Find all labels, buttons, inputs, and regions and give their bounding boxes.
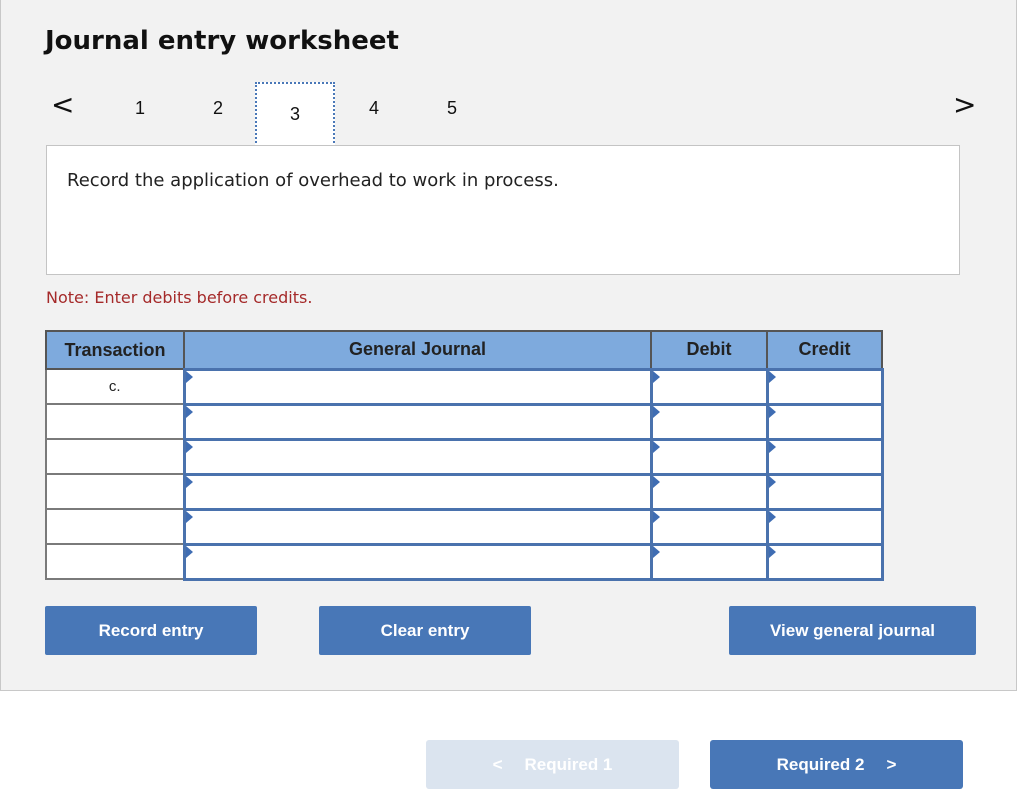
credit-input[interactable] xyxy=(765,542,884,581)
transaction-cell xyxy=(45,438,185,475)
debit-input[interactable] xyxy=(649,402,769,441)
transaction-cell xyxy=(45,508,185,545)
debit-input[interactable] xyxy=(649,472,769,511)
worksheet-panel: Journal entry worksheet < 1 2 3 4 5 > Re… xyxy=(0,0,1017,691)
view-general-journal-button[interactable]: View general journal xyxy=(729,606,976,655)
header-credit: Credit xyxy=(766,330,883,370)
step-4[interactable]: 4 xyxy=(359,98,389,119)
table-row xyxy=(45,542,884,581)
page-title: Journal entry worksheet xyxy=(45,26,399,56)
step-1[interactable]: 1 xyxy=(125,98,155,119)
debit-input[interactable] xyxy=(649,367,769,406)
debit-input[interactable] xyxy=(649,542,769,581)
note-text: Note: Enter debits before credits. xyxy=(46,288,313,307)
header-debit: Debit xyxy=(650,330,768,370)
table-row: c. xyxy=(45,367,884,406)
credit-input[interactable] xyxy=(765,402,884,441)
debit-input[interactable] xyxy=(649,437,769,476)
instruction-box: Record the application of overhead to wo… xyxy=(46,145,960,275)
header-general-journal: General Journal xyxy=(183,330,652,370)
table-row xyxy=(45,437,884,476)
account-input[interactable] xyxy=(182,507,653,546)
debit-input[interactable] xyxy=(649,507,769,546)
journal-table: Transaction General Journal Debit Credit… xyxy=(45,330,884,581)
required-1-button[interactable]: < Required 1 xyxy=(426,740,679,789)
credit-input[interactable] xyxy=(765,472,884,511)
account-input[interactable] xyxy=(182,472,653,511)
step-2[interactable]: 2 xyxy=(203,98,233,119)
header-transaction: Transaction xyxy=(45,330,185,370)
step-3-label: 3 xyxy=(289,104,300,124)
table-row xyxy=(45,472,884,511)
transaction-cell xyxy=(45,403,185,440)
chevron-right-icon[interactable]: > xyxy=(953,90,976,120)
instruction-text: Record the application of overhead to wo… xyxy=(67,170,559,191)
step-5[interactable]: 5 xyxy=(437,98,467,119)
account-input[interactable] xyxy=(182,367,653,406)
step-3-active[interactable]: 3 xyxy=(255,82,335,147)
credit-input[interactable] xyxy=(765,367,884,406)
record-entry-button[interactable]: Record entry xyxy=(45,606,257,655)
required-1-label: Required 1 xyxy=(524,754,613,774)
chevron-left-icon[interactable]: < xyxy=(51,90,74,120)
table-row xyxy=(45,507,884,546)
account-input[interactable] xyxy=(182,402,653,441)
transaction-cell xyxy=(45,543,185,580)
required-2-button[interactable]: Required 2 > xyxy=(710,740,963,789)
required-2-label: Required 2 xyxy=(776,754,865,774)
account-input[interactable] xyxy=(182,542,653,581)
transaction-cell xyxy=(45,473,185,510)
credit-input[interactable] xyxy=(765,437,884,476)
chevron-left-icon: < xyxy=(492,754,503,774)
clear-entry-button[interactable]: Clear entry xyxy=(319,606,531,655)
chevron-right-icon: > xyxy=(886,754,897,774)
table-row xyxy=(45,402,884,441)
account-input[interactable] xyxy=(182,437,653,476)
table-header-row: Transaction General Journal Debit Credit xyxy=(45,330,883,370)
credit-input[interactable] xyxy=(765,507,884,546)
transaction-cell: c. xyxy=(45,368,185,405)
